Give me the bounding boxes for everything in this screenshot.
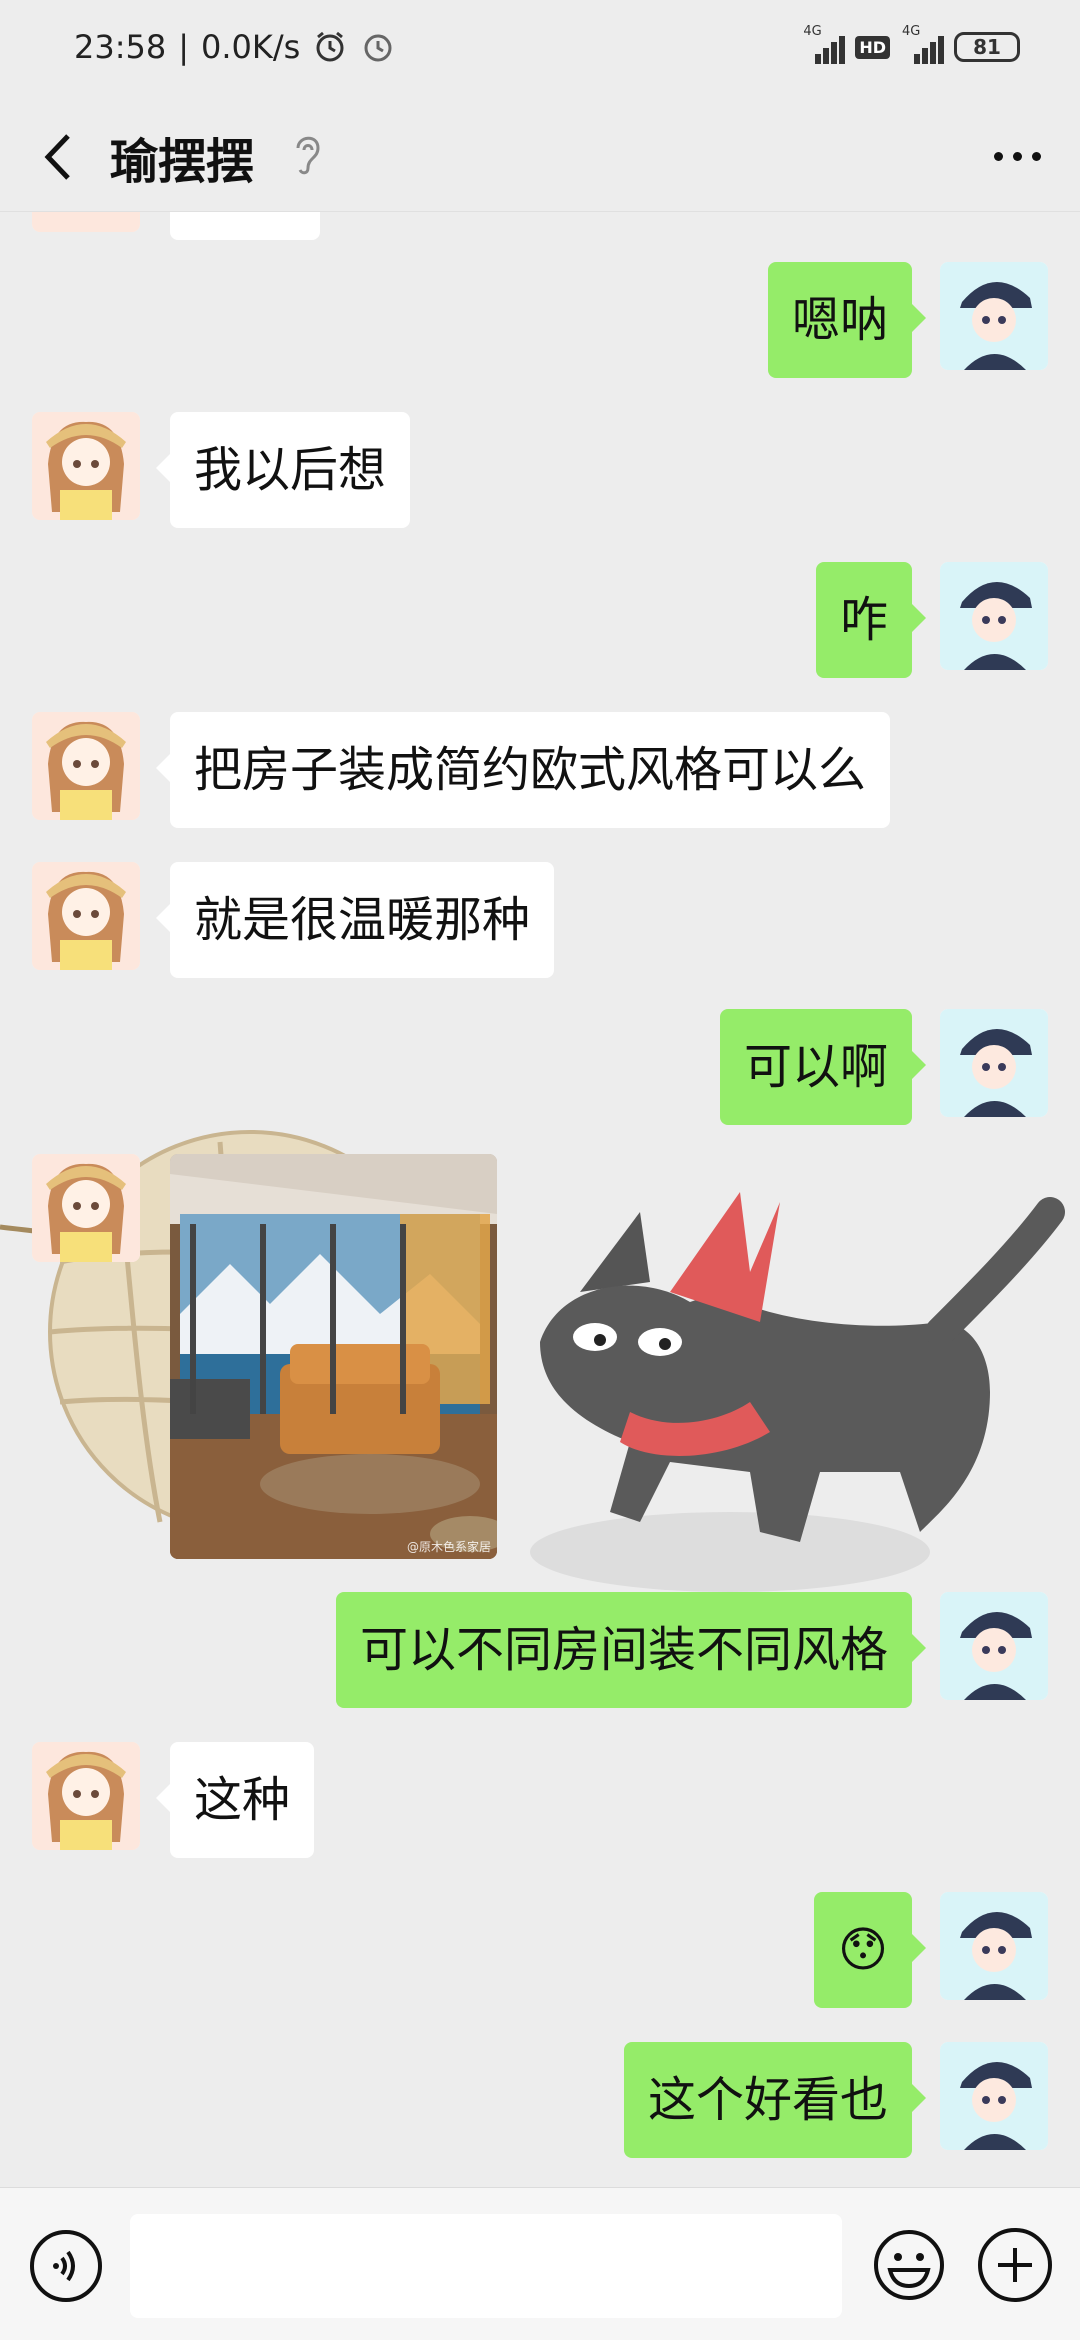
avatar-me[interactable] xyxy=(940,1592,1048,1700)
more-dot xyxy=(1031,151,1041,161)
alarm-outline-icon xyxy=(364,34,392,62)
girl-avatar-icon xyxy=(32,1154,140,1262)
avatar-her[interactable] xyxy=(32,712,140,820)
girl-avatar-icon xyxy=(32,862,140,970)
boy-avatar-icon xyxy=(940,262,1048,370)
status-left: 23:58 | 0.0K/s xyxy=(74,28,396,66)
emoji-icon[interactable] xyxy=(872,2228,946,2302)
network-label-2: 4G xyxy=(902,24,921,39)
input-bar xyxy=(0,2187,1080,2340)
message-bubble-9[interactable]: 😯 xyxy=(813,1892,927,2008)
signal-icon-2: 4G xyxy=(900,24,944,64)
girl-avatar-icon xyxy=(32,212,140,232)
boy-avatar-icon xyxy=(940,562,1048,670)
ear-icon xyxy=(296,136,320,175)
boy-avatar-icon xyxy=(940,1892,1048,2000)
battery-indicator: 81 xyxy=(954,32,1020,62)
more-dot xyxy=(1012,151,1022,161)
black-cat-sticker xyxy=(530,1192,1065,1592)
boy-avatar-icon xyxy=(940,1592,1048,1700)
girl-avatar-icon xyxy=(32,712,140,820)
message-bubble-2[interactable]: 咋 xyxy=(815,562,927,678)
message-bubble-4[interactable]: 就是很温暖那种 xyxy=(155,862,555,978)
message-bubble-7[interactable]: 可以不同房间装不同风格 xyxy=(335,1592,927,1708)
message-bubble-1[interactable]: 我以后想 xyxy=(155,412,411,528)
image-message[interactable]: @原木色系家居 xyxy=(170,1154,497,1559)
boy-avatar-icon xyxy=(940,2042,1048,2150)
message-bubble-8[interactable]: 这种 xyxy=(155,1742,315,1858)
back-arrow-icon[interactable] xyxy=(30,122,90,192)
hd-badge: HD xyxy=(855,35,890,59)
image-watermark: @原木色系家居 xyxy=(406,1540,491,1554)
avatar-me[interactable] xyxy=(940,1892,1048,2000)
net-speed: 0.0K/s xyxy=(201,28,301,66)
divider: | xyxy=(178,28,189,66)
more-button[interactable] xyxy=(982,136,1052,176)
avatar-me[interactable] xyxy=(940,262,1048,370)
plus-button[interactable] xyxy=(978,2228,1052,2302)
message-bubble-5[interactable]: 可以啊 xyxy=(719,1009,927,1125)
message-list[interactable]: 嗯呐 我以后想 咋 把房子装成简约欧式风格可以么 就是很温暖那种 可以啊 @原木… xyxy=(0,212,1080,2187)
avatar-me[interactable] xyxy=(940,1009,1048,1117)
avatar-her[interactable] xyxy=(32,1154,140,1262)
avatar-her[interactable] xyxy=(32,1742,140,1850)
avatar-her[interactable] xyxy=(32,412,140,520)
status-right: 4G HD 4G 81 xyxy=(801,24,1020,64)
message-bubble-3[interactable]: 把房子装成简约欧式风格可以么 xyxy=(155,712,891,828)
girl-avatar-icon xyxy=(32,1742,140,1850)
chat-header: 瑜摆摆 xyxy=(0,100,1080,212)
living-room-photo xyxy=(170,1154,497,1559)
alarm-icon xyxy=(316,31,344,62)
bubble-cropped xyxy=(170,212,320,240)
girl-avatar-icon xyxy=(32,412,140,520)
message-bubble-0[interactable]: 嗯呐 xyxy=(767,262,927,378)
plus-icon xyxy=(998,2248,1032,2282)
boy-avatar-icon xyxy=(940,1009,1048,1117)
voice-icon xyxy=(53,2250,75,2282)
clock: 23:58 xyxy=(74,28,167,66)
network-label: 4G xyxy=(803,24,822,39)
avatar-me[interactable] xyxy=(940,2042,1048,2150)
voice-button[interactable] xyxy=(30,2230,102,2302)
more-dot xyxy=(993,151,1003,161)
status-bar: 23:58 | 0.0K/s 4G HD 4G 81 xyxy=(0,0,1080,100)
chat-title: 瑜摆摆 xyxy=(110,134,255,190)
avatar-her[interactable] xyxy=(32,862,140,970)
message-input[interactable] xyxy=(130,2214,842,2318)
signal-icon: 4G xyxy=(801,24,846,64)
avatar-her[interactable] xyxy=(32,212,140,232)
message-bubble-10[interactable]: 这个好看也 xyxy=(623,2042,927,2158)
avatar-me[interactable] xyxy=(940,562,1048,670)
